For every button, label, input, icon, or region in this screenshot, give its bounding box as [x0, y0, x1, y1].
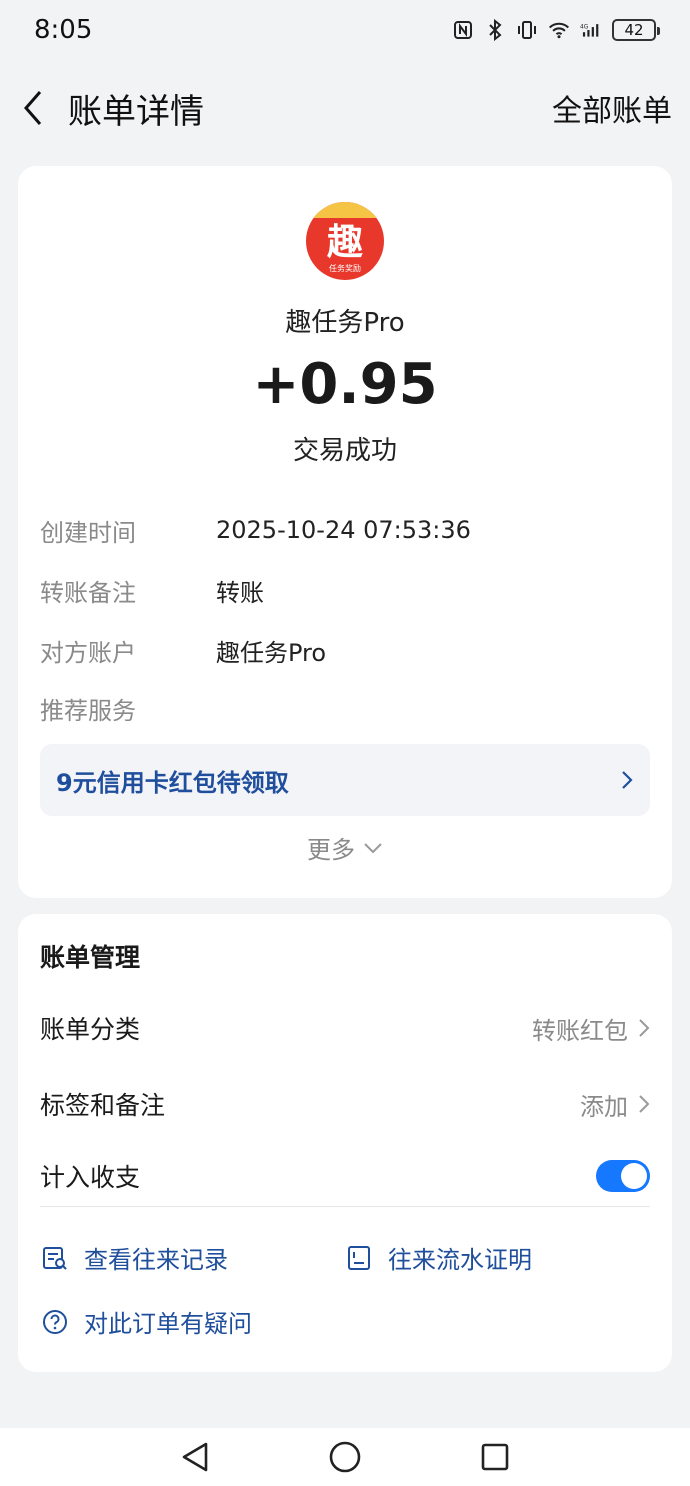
system-nav-bar — [0, 1428, 690, 1486]
include-in-stats-row: 计入收支 — [40, 1154, 650, 1198]
transaction-status: 交易成功 — [292, 436, 397, 466]
section-title: 账单管理 — [40, 943, 141, 972]
tags-notes-label: 标签和备注 — [40, 1091, 166, 1120]
logo-char: 趣 — [326, 220, 363, 263]
more-label: 更多 — [307, 836, 355, 864]
logo-crown — [306, 202, 384, 218]
include-in-stats-label: 计入收支 — [40, 1163, 141, 1192]
bill-category-value-wrap: 转账红包 — [532, 1011, 650, 1046]
promo-text: 9元信用卡红包待领取 — [56, 768, 289, 797]
nfc-icon — [452, 19, 474, 41]
divider — [40, 1206, 650, 1207]
detail-label: 推荐服务 — [40, 696, 136, 725]
detail-value: 趣任务Pro — [216, 638, 327, 667]
battery-icon: 42 — [612, 19, 660, 41]
bill-category-label: 账单分类 — [40, 1015, 141, 1044]
document-icon — [344, 1243, 374, 1273]
wifi-icon — [548, 19, 570, 41]
back-button[interactable] — [18, 88, 48, 128]
detail-row-remark: 转账备注 转账 — [40, 570, 264, 610]
detail-value: 转账 — [216, 578, 264, 607]
order-question-label: 对此订单有疑问 — [84, 1310, 252, 1338]
vibrate-icon — [516, 19, 538, 41]
circle-home-icon — [329, 1441, 361, 1473]
logo-subtext: 任务奖励 — [329, 263, 361, 273]
nav-bar: 账单详情 全部账单 — [0, 70, 690, 146]
merchant-name: 趣任务Pro — [285, 308, 405, 338]
tags-notes-row[interactable]: 标签和备注 添加 — [40, 1082, 650, 1126]
nav-recents-button[interactable] — [475, 1437, 515, 1477]
view-records-link[interactable]: 查看往来记录 — [40, 1240, 228, 1275]
status-time: 8:05 — [34, 15, 93, 45]
transaction-proof-label: 往来流水证明 — [388, 1246, 532, 1274]
chevron-right-icon — [639, 1095, 650, 1113]
merchant-logo: 趣 任务奖励 — [306, 202, 384, 280]
tags-notes-value-wrap: 添加 — [580, 1087, 650, 1122]
transaction-amount: +0.95 — [252, 352, 438, 417]
detail-value: 2025-10-24 07:53:36 — [216, 516, 471, 544]
detail-label: 对方账户 — [40, 638, 136, 667]
bluetooth-icon — [484, 19, 506, 41]
detail-row-counterparty: 对方账户 趣任务Pro — [40, 630, 326, 670]
detail-label: 转账备注 — [40, 578, 136, 607]
order-question-link[interactable]: 对此订单有疑问 — [40, 1304, 252, 1339]
question-icon — [40, 1307, 70, 1337]
nav-left: 账单详情 — [18, 84, 204, 133]
record-search-icon — [40, 1243, 70, 1273]
bill-management-card: 账单管理 账单分类 转账红包 标签和备注 添加 计入收支 查看往来记录 往来流水… — [18, 914, 672, 1372]
status-icons: 4G 42 — [452, 19, 660, 41]
chevron-right-icon — [639, 1019, 650, 1037]
status-bar: 8:05 4G 42 — [0, 0, 690, 60]
bill-category-row[interactable]: 账单分类 转账红包 — [40, 1006, 650, 1050]
detail-row-created-time: 创建时间 2025-10-24 07:53:36 — [40, 510, 471, 550]
nav-back-button[interactable] — [175, 1437, 215, 1477]
bill-category-value: 转账红包 — [532, 1016, 628, 1045]
chevron-down-icon — [364, 842, 382, 853]
transaction-card: 趣 任务奖励 趣任务Pro +0.95 交易成功 创建时间 2025-10-24… — [18, 166, 672, 898]
triangle-back-icon — [182, 1442, 208, 1472]
signal-4g-icon: 4G — [580, 19, 602, 41]
square-recents-icon — [481, 1443, 509, 1471]
view-records-label: 查看往来记录 — [84, 1246, 228, 1274]
page-title: 账单详情 — [68, 91, 204, 132]
svg-text:4G: 4G — [580, 25, 589, 31]
detail-label: 创建时间 — [40, 518, 136, 547]
include-in-stats-toggle[interactable] — [596, 1160, 650, 1192]
chevron-right-icon — [622, 771, 633, 789]
chevron-left-icon — [24, 91, 42, 125]
all-bills-link[interactable]: 全部账单 — [552, 86, 672, 130]
more-button[interactable]: 更多 — [18, 830, 672, 865]
transaction-proof-link[interactable]: 往来流水证明 — [344, 1240, 532, 1275]
tags-notes-value: 添加 — [580, 1092, 628, 1121]
promo-banner[interactable]: 9元信用卡红包待领取 — [40, 744, 650, 816]
nav-home-button[interactable] — [325, 1437, 365, 1477]
detail-row-recommended: 推荐服务 — [40, 688, 216, 728]
